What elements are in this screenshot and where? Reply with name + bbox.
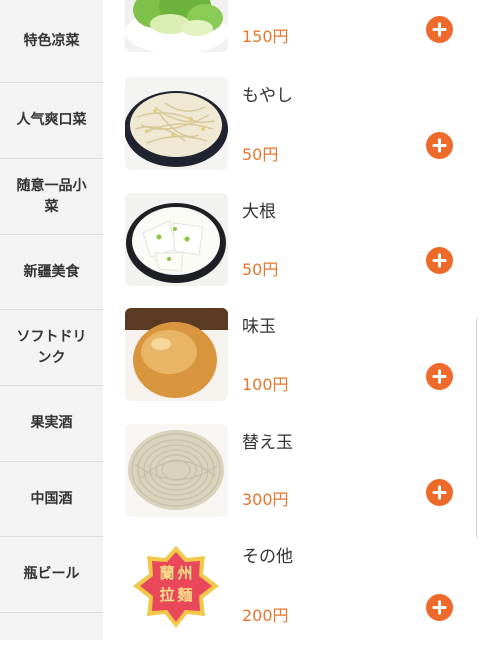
category-item-bin-beer[interactable]: 瓶ビール xyxy=(0,537,103,612)
scrollbar[interactable] xyxy=(476,318,480,538)
category-label: 特色凉菜 xyxy=(23,32,80,49)
plus-circle-icon[interactable] xyxy=(426,363,453,390)
svg-text:麺: 麺 xyxy=(176,586,192,604)
category-label: 人气爽口菜 xyxy=(16,112,87,128)
category-item-chugokushu[interactable]: 中国酒 xyxy=(0,462,103,536)
menu-item[interactable]: 蘭州 拉麺 その他 200円 xyxy=(103,540,480,655)
lanzhou-lamian-logo-image: 蘭州 拉麺 xyxy=(125,540,228,640)
daikon-image xyxy=(125,193,228,286)
item-price: 300円 xyxy=(242,490,289,509)
category-item-zuii-ippin[interactable]: 随意一品小菜 xyxy=(0,159,103,234)
item-price: 50円 xyxy=(242,145,279,164)
plus-circle-icon[interactable] xyxy=(426,16,453,43)
category-item-soft-drink[interactable]: ソフトドリンク xyxy=(0,310,103,385)
category-label: ソフトドリンク xyxy=(16,328,87,366)
item-name: 大根 xyxy=(242,202,276,222)
menu-item[interactable]: 替え玉 300円 xyxy=(103,424,480,539)
plus-circle-icon[interactable] xyxy=(426,479,453,506)
item-price: 100円 xyxy=(242,375,289,394)
item-name: もやし xyxy=(242,86,293,106)
plus-circle-icon[interactable] xyxy=(426,594,453,621)
svg-text:州: 州 xyxy=(176,564,192,582)
menu-item-list: 150円 もやし 50円 大根 50円 味玉 100円 替え玉 300円 蘭 州… xyxy=(103,0,480,640)
svg-text:拉: 拉 xyxy=(159,586,174,604)
category-item-kajitsushu[interactable]: 果実酒 xyxy=(0,386,103,461)
category-item-tokushoku-ryosai[interactable]: 特色凉菜 xyxy=(0,0,103,82)
plus-circle-icon[interactable] xyxy=(426,247,453,274)
item-price: 50円 xyxy=(242,260,279,279)
menu-item[interactable]: 味玉 100円 xyxy=(103,308,480,423)
seasoned-egg-image xyxy=(125,308,228,401)
category-label: 瓶ビール xyxy=(23,566,80,582)
bean-sprouts-image xyxy=(125,77,228,170)
bok-choy-image xyxy=(125,0,228,52)
category-label: 随意一品小菜 xyxy=(16,177,87,215)
category-item-ninki-sokou[interactable]: 人气爽口菜 xyxy=(0,83,103,158)
plus-circle-icon[interactable] xyxy=(426,132,453,159)
menu-item[interactable]: もやし 50円 xyxy=(103,77,480,192)
category-divider xyxy=(0,612,103,613)
category-item-shinkyo-bishoku[interactable]: 新疆美食 xyxy=(0,235,103,309)
menu-item[interactable]: 大根 50円 xyxy=(103,193,480,308)
svg-text:蘭: 蘭 xyxy=(159,564,174,582)
category-label: 新疆美食 xyxy=(23,263,80,280)
item-name: 味玉 xyxy=(242,317,276,337)
item-price: 150円 xyxy=(242,27,289,46)
menu-item[interactable]: 150円 xyxy=(103,0,480,77)
category-sidebar: 特色凉菜 人气爽口菜 随意一品小菜 新疆美食 ソフトドリンク 果実酒 中国酒 瓶… xyxy=(0,0,103,640)
noodle-nest-image xyxy=(125,424,228,517)
category-label: 果実酒 xyxy=(30,415,73,431)
item-name: 替え玉 xyxy=(242,433,293,453)
item-name: その他 xyxy=(242,547,293,567)
item-price: 200円 xyxy=(242,606,289,625)
category-label: 中国酒 xyxy=(30,490,73,507)
